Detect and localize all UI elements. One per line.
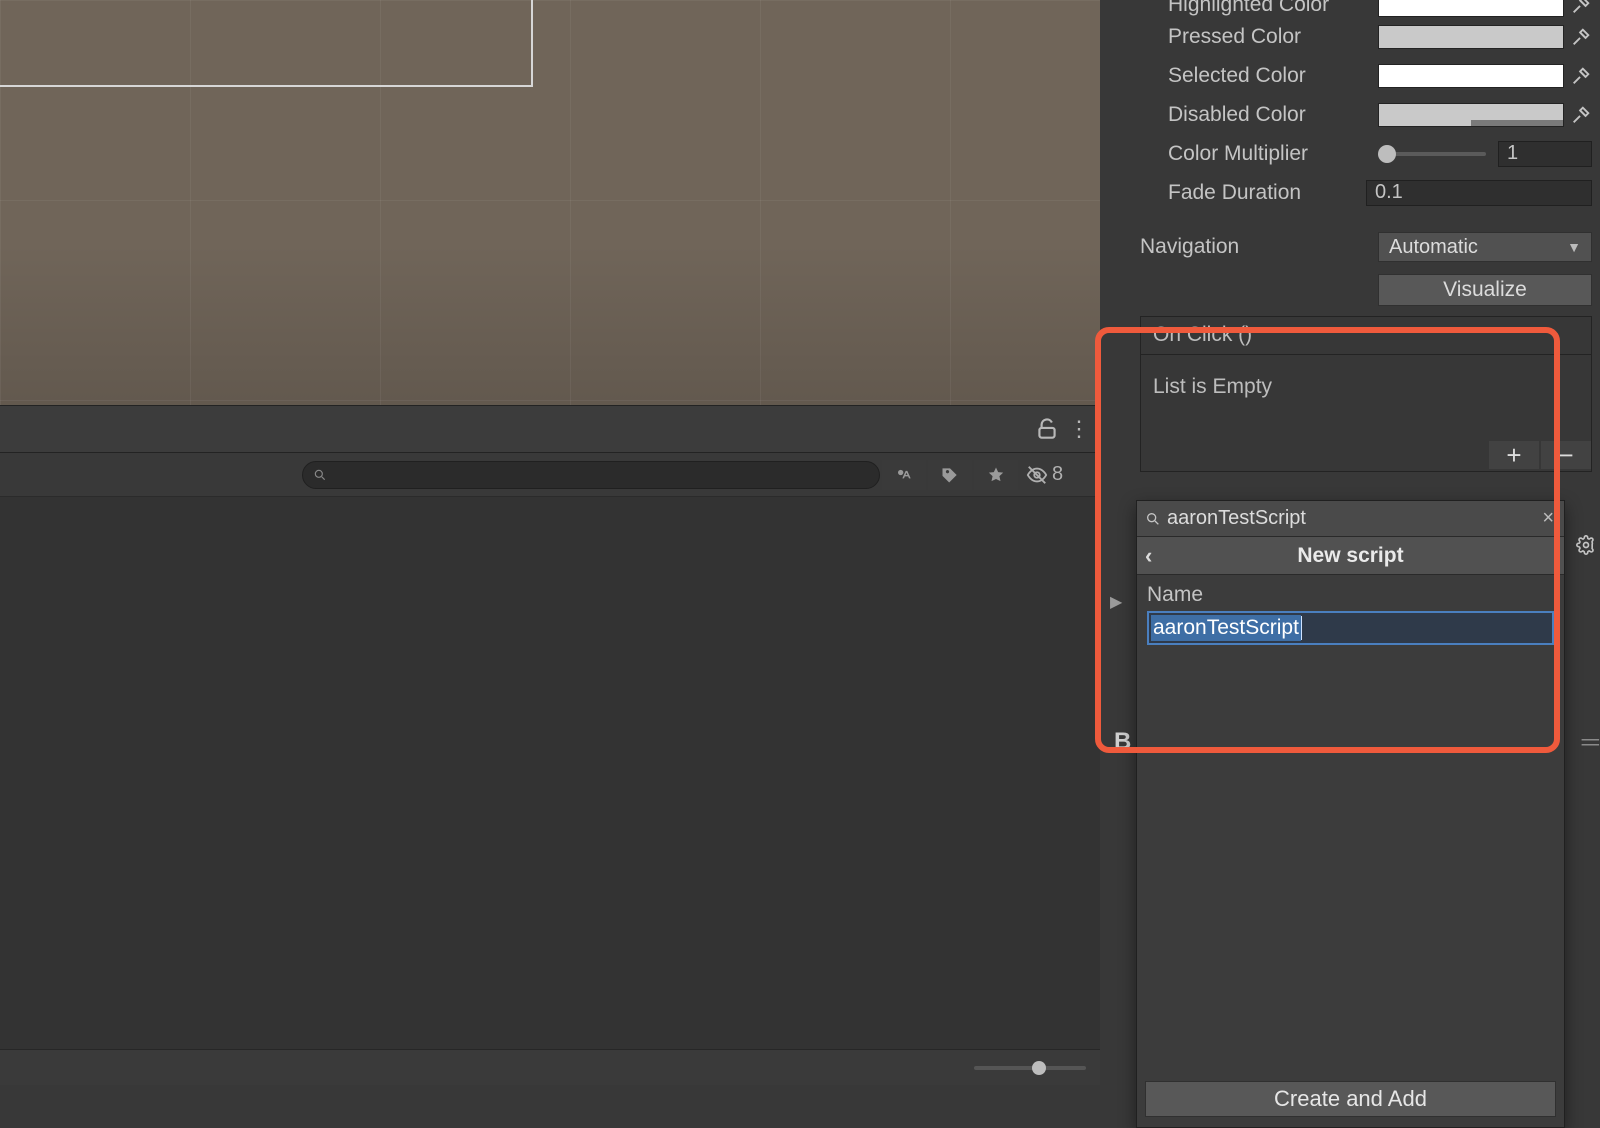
kebab-menu-icon[interactable]: ⋮: [1066, 416, 1092, 442]
events-header: On Click (): [1141, 317, 1591, 355]
drag-handle-icon[interactable]: ==: [1581, 732, 1596, 755]
eyedropper-icon[interactable]: [1570, 0, 1592, 16]
filter-favorite-button[interactable]: [974, 460, 1018, 490]
property-row-fade-duration: Fade Duration 0.1: [1100, 173, 1600, 212]
hidden-eye-icon: [1026, 464, 1048, 486]
visualize-button[interactable]: Visualize: [1378, 274, 1592, 306]
component-initial-b: B: [1114, 728, 1131, 756]
onclick-events-box: On Click () List is Empty + −: [1140, 316, 1592, 472]
events-footer: + −: [1141, 439, 1591, 471]
property-label: Navigation: [1140, 235, 1378, 259]
property-label: Disabled Color: [1168, 103, 1378, 127]
eyedropper-icon[interactable]: [1570, 65, 1592, 87]
create-and-add-button[interactable]: Create and Add: [1145, 1081, 1556, 1117]
color-field-highlighted[interactable]: [1378, 0, 1564, 17]
property-label: Pressed Color: [1168, 25, 1378, 49]
color-field-pressed[interactable]: [1378, 25, 1564, 49]
back-icon[interactable]: ‹: [1145, 543, 1169, 567]
popup-body: Name aaronTestScript: [1137, 575, 1564, 645]
scene-view[interactable]: [0, 0, 1100, 405]
slider-knob[interactable]: [1378, 145, 1396, 163]
script-name-selected-text: aaronTestScript: [1151, 615, 1301, 641]
property-row-disabled-color: Disabled Color: [1100, 95, 1600, 134]
navigation-dropdown[interactable]: Automatic ▼: [1378, 232, 1592, 262]
hidden-items-indicator[interactable]: 8: [1020, 463, 1069, 486]
property-row-navigation: Navigation Automatic ▼: [1100, 226, 1600, 268]
scene-selection-rect: [0, 0, 533, 87]
fade-duration-value[interactable]: 0.1: [1366, 180, 1592, 206]
add-component-popup: × ‹ New script Name aaronTestScript Crea…: [1136, 500, 1565, 1128]
property-label: Color Multiplier: [1168, 142, 1378, 166]
color-multiplier-slider[interactable]: [1378, 152, 1486, 156]
hidden-count-value: 8: [1052, 463, 1063, 486]
filter-label-button[interactable]: [928, 460, 972, 490]
slider-knob[interactable]: [1032, 1061, 1046, 1075]
eyedropper-icon[interactable]: [1570, 104, 1592, 126]
project-grid[interactable]: [0, 497, 1100, 1057]
color-multiplier-value[interactable]: 1: [1498, 141, 1592, 167]
color-field-disabled[interactable]: [1378, 103, 1564, 127]
thumbnail-zoom-slider[interactable]: [974, 1066, 1086, 1070]
script-name-input[interactable]: aaronTestScript: [1147, 611, 1554, 645]
name-field-label: Name: [1147, 583, 1554, 607]
search-icon: [1145, 511, 1161, 527]
remove-event-button[interactable]: −: [1541, 441, 1591, 469]
property-row-highlighted-color: Highlighted Color: [1100, 0, 1600, 17]
property-label: Selected Color: [1168, 64, 1378, 88]
add-event-button[interactable]: +: [1489, 441, 1539, 469]
clear-search-icon[interactable]: ×: [1540, 507, 1556, 530]
search-icon: [313, 468, 327, 482]
unlock-icon[interactable]: [1034, 416, 1060, 442]
dropdown-value: Automatic: [1389, 236, 1478, 259]
eyedropper-icon[interactable]: [1570, 26, 1592, 48]
popup-title: New script: [1297, 544, 1403, 568]
panel-toolbar: ⋮: [0, 405, 1100, 453]
project-search-input[interactable]: [302, 461, 880, 489]
popup-search-input[interactable]: [1167, 507, 1540, 530]
property-row-color-multiplier: Color Multiplier 1: [1100, 134, 1600, 173]
filter-type-button[interactable]: [882, 460, 926, 490]
panel-search-toolbar: 8: [0, 453, 1100, 497]
expand-triangle-icon[interactable]: ▶: [1110, 592, 1122, 612]
component-settings-icon[interactable]: [1572, 530, 1600, 560]
popup-header: ‹ New script: [1137, 537, 1564, 575]
popup-spacer: [1137, 645, 1564, 1075]
events-empty-text: List is Empty: [1141, 355, 1591, 439]
color-field-selected[interactable]: [1378, 64, 1564, 88]
property-row-selected-color: Selected Color: [1100, 56, 1600, 95]
property-label: Highlighted Color: [1168, 0, 1378, 17]
chevron-down-icon: ▼: [1567, 239, 1581, 255]
project-footer: [0, 1049, 1100, 1085]
property-label: Fade Duration: [1168, 181, 1366, 205]
property-row-pressed-color: Pressed Color: [1100, 17, 1600, 56]
popup-search-row: ×: [1137, 501, 1564, 537]
project-panel: ⋮ 8: [0, 405, 1100, 1085]
